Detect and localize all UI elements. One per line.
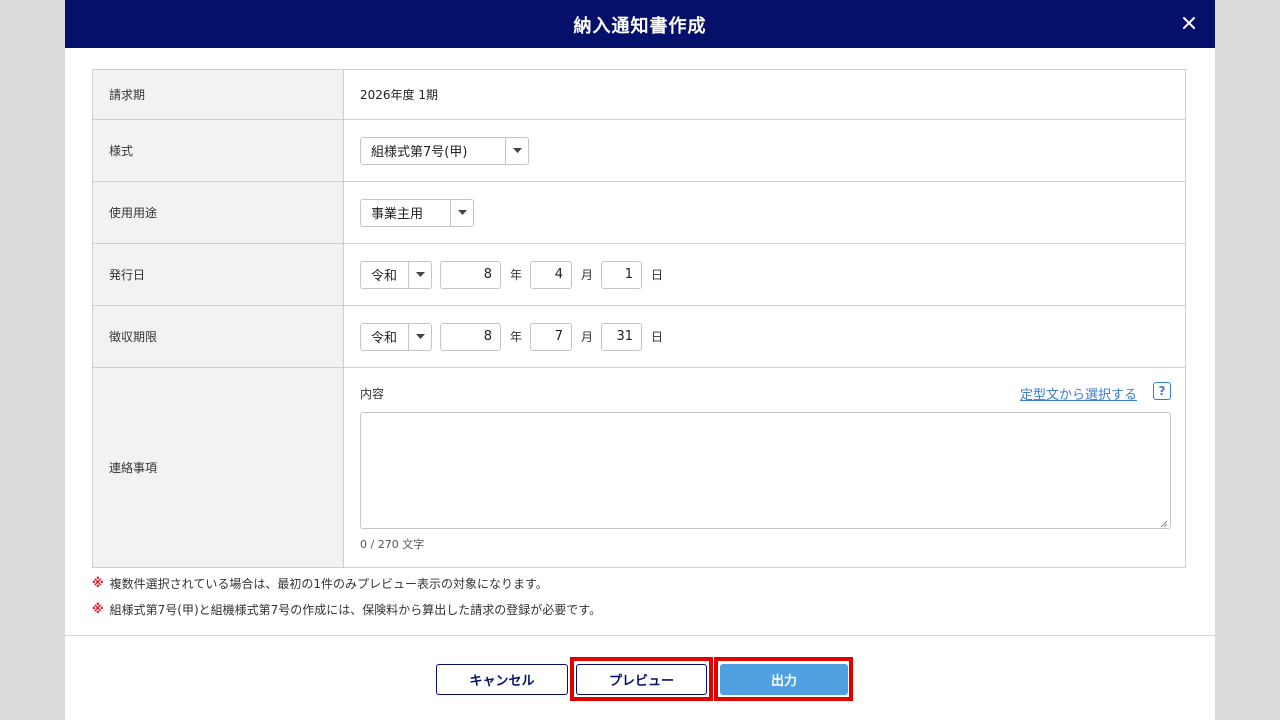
cancel-button[interactable]: キャンセル [436,664,568,695]
issue-day-unit: 日 [651,268,664,282]
row-contact: 連絡事項 内容 定型文から選択する ? 0 / 270 文字 [93,368,1185,567]
note-text: 複数件選択されている場合は、最初の1件のみプレビュー表示の対象になります。 [109,576,548,591]
select-template-link[interactable]: 定型文から選択する [1020,384,1137,403]
due-year-unit: 年 [510,330,523,344]
due-era-value: 令和 [371,331,398,346]
row-billing-period: 請求期 2026年度 1期 [93,70,1185,120]
note-item: ※ 組様式第7号(甲)と組機様式第7号の作成には、保険料から算出した請求の登録が… [92,596,601,622]
format-select-value: 組様式第7号(甲) [371,145,468,160]
usage-label: 使用用途 [93,182,344,243]
note-item: ※ 複数件選択されている場合は、最初の1件のみプレビュー表示の対象になります。 [92,570,601,596]
row-due-date: 徴収期限 令和 年 月 日 [93,306,1185,368]
preview-button[interactable]: プレビュー [576,664,707,695]
row-format: 様式 組様式第7号(甲) [93,120,1185,182]
notes: ※ 複数件選択されている場合は、最初の1件のみプレビュー表示の対象になります。 … [92,570,601,622]
issue-era-value: 令和 [371,269,398,284]
resize-handle-icon[interactable] [1160,517,1168,531]
due-month-input[interactable] [530,322,573,351]
create-payment-notice-dialog: 納入通知書作成 請求期 2026年度 1期 様式 組様式第7号(甲) 使用用途 … [65,0,1215,720]
issue-day-input[interactable] [601,260,643,289]
close-icon[interactable] [1177,11,1201,35]
issue-era-select[interactable]: 令和 [360,260,432,289]
issue-year-unit: 年 [510,268,523,282]
due-day-input[interactable] [601,322,643,351]
issue-month-unit: 月 [581,268,594,282]
contact-textarea[interactable] [360,412,1171,529]
due-year-input[interactable] [440,322,501,351]
format-select[interactable]: 組様式第7号(甲) [360,136,529,165]
note-mark: ※ [92,576,104,590]
due-month-unit: 月 [581,330,594,344]
due-date-label: 徴収期限 [93,306,344,367]
chevron-down-icon [505,137,528,164]
issue-year-input[interactable] [440,260,501,289]
row-issue-date: 発行日 令和 年 月 日 [93,244,1185,306]
due-era-select[interactable]: 令和 [360,322,432,351]
billing-period-label: 請求期 [93,70,344,119]
form-table: 請求期 2026年度 1期 様式 組様式第7号(甲) 使用用途 事業主用 発行日… [92,69,1186,568]
dialog-header: 納入通知書作成 [65,0,1215,48]
issue-month-input[interactable] [530,260,573,289]
note-text: 組様式第7号(甲)と組機様式第7号の作成には、保険料から算出した請求の登録が必要… [109,602,602,617]
output-button[interactable]: 出力 [720,664,848,695]
chevron-down-icon [408,261,431,288]
chevron-down-icon [450,199,473,226]
usage-select-value: 事業主用 [371,207,424,222]
row-usage: 使用用途 事業主用 [93,182,1185,244]
note-mark: ※ [92,602,104,616]
chevron-down-icon [408,323,431,350]
contact-label: 連絡事項 [93,368,344,567]
dialog-title: 納入通知書作成 [573,16,707,37]
usage-select[interactable]: 事業主用 [360,198,474,227]
content-label: 内容 [360,387,385,401]
format-label: 様式 [93,120,344,181]
due-day-unit: 日 [651,330,664,344]
help-icon[interactable]: ? [1153,382,1171,400]
billing-period-value: 2026年度 1期 [360,88,438,102]
char-count: 0 / 270 文字 [360,538,425,551]
footer-divider [65,635,1215,636]
issue-date-label: 発行日 [93,244,344,305]
